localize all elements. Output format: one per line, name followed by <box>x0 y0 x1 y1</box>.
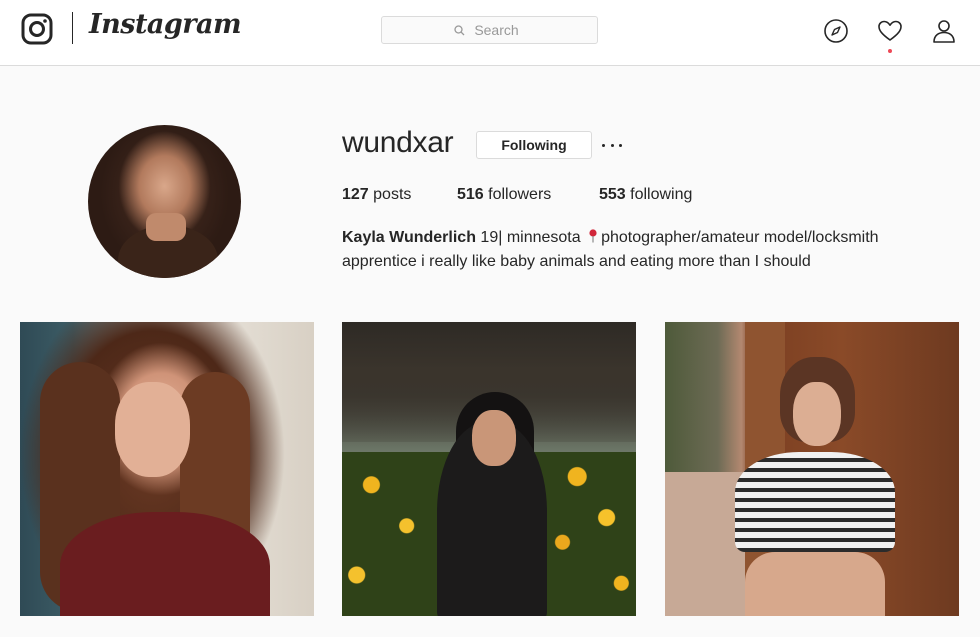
following-stat[interactable]: 553 following <box>599 186 692 204</box>
post-thumbnail-2[interactable] <box>342 322 636 616</box>
followers-label: followers <box>483 186 552 203</box>
followers-count: 516 <box>457 186 484 203</box>
photo-shape <box>793 382 841 446</box>
avatar-neck-shape <box>146 213 186 241</box>
search-box[interactable] <box>381 16 598 44</box>
person-icon[interactable] <box>931 18 957 44</box>
instagram-camera-icon[interactable] <box>21 13 53 45</box>
logo-divider <box>72 12 73 44</box>
photo-shape <box>472 410 516 466</box>
following-count: 553 <box>599 186 626 203</box>
profile-full-name: Kayla Wunderlich <box>342 229 476 246</box>
post-thumbnail-3[interactable] <box>665 322 959 616</box>
photo-shape <box>745 552 885 616</box>
following-label: following <box>625 186 693 203</box>
following-button[interactable]: Following <box>476 131 592 159</box>
top-navigation-bar: Instagram <box>0 0 980 66</box>
notification-dot <box>888 49 892 53</box>
photo-shape <box>60 512 270 616</box>
posts-label: posts <box>368 186 412 203</box>
post-thumbnail-1[interactable] <box>20 322 314 616</box>
profile-bio: Kayla Wunderlich 19| minnesota photograp… <box>342 226 942 274</box>
profile-username: wundxar <box>342 126 454 159</box>
instagram-wordmark[interactable]: Instagram <box>89 9 242 40</box>
bio-text-start: 19| minnesota <box>475 229 586 246</box>
photo-shape <box>115 382 190 477</box>
heart-icon[interactable] <box>877 18 903 44</box>
round-pushpin-icon <box>589 229 597 243</box>
search-input[interactable] <box>382 17 597 43</box>
posts-count-stat: 127 posts <box>342 186 411 204</box>
compass-icon[interactable] <box>823 18 849 44</box>
photo-shape <box>735 452 895 552</box>
ellipsis-icon[interactable] <box>602 137 622 153</box>
profile-avatar[interactable] <box>88 125 241 278</box>
posts-count: 127 <box>342 186 369 203</box>
followers-stat[interactable]: 516 followers <box>457 186 551 204</box>
